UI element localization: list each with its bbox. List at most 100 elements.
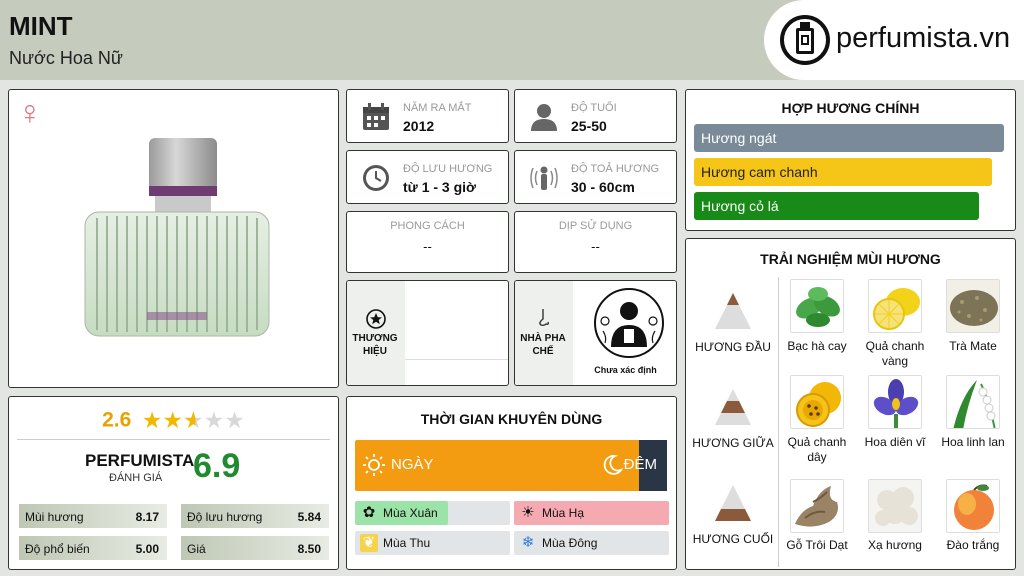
note-label: Quả chanh vàng	[865, 339, 925, 368]
tier-middle-label: HƯƠNG GIỮA	[692, 436, 774, 450]
notes-panel: TRẢI NGHIỆM MÙI HƯƠNG HƯƠNG ĐẦU HƯƠNG GI…	[685, 238, 1016, 570]
season-spring: ✿ Mùa Xuân	[355, 501, 510, 525]
logo-text: perfumista.vn	[836, 22, 1011, 54]
note-label: Hoa diên vĩ	[864, 435, 926, 449]
brand-logo[interactable]: perfumista.vn	[764, 0, 1024, 80]
mate-tea-icon[interactable]	[946, 279, 1000, 333]
star-icon[interactable]: ★	[162, 407, 183, 433]
divider	[778, 277, 779, 567]
note-label: Hoa linh lan	[941, 435, 1005, 449]
sillage-value: 30 - 60cm	[571, 179, 635, 195]
perfumer-card[interactable]: NHÀ PHA CHẾ Chưa xác định	[514, 280, 677, 386]
note-label: Trà Mate	[949, 339, 997, 353]
white-peach-icon[interactable]	[946, 479, 1000, 533]
release-year-card: NĂM RA MẮT 2012	[346, 89, 509, 143]
night-label: ĐÊM	[623, 456, 657, 473]
note-label: Gỗ Trôi Dạt	[786, 538, 848, 552]
driftwood-icon[interactable]	[790, 479, 844, 533]
accords-panel: HỢP HƯƠNG CHÍNH Hương ngát Hương cam cha…	[685, 89, 1016, 231]
metric-price: Giá 8.50	[181, 536, 329, 560]
perfume-bottle-image	[84, 138, 270, 337]
day-label: NGÀY	[391, 456, 434, 473]
radiating-person-icon	[530, 166, 558, 190]
age-card: ĐỘ TUỔI 25-50	[514, 89, 677, 143]
moon-icon	[603, 455, 623, 475]
usage-title: THỜI GIAN KHUYÊN DÙNG	[420, 411, 603, 427]
perfume-title: MINT	[9, 11, 73, 41]
sillage-card: ĐỘ TOẢ HƯƠNG 30 - 60cm	[514, 150, 677, 204]
perfumista-eval-label: ĐÁNH GIÁ	[109, 472, 163, 484]
season-autumn: ❦ Mùa Thu	[355, 531, 510, 555]
calendar-icon	[363, 103, 389, 130]
perfumista-brand: PERFUMISTA	[85, 451, 195, 470]
sun-icon	[363, 454, 385, 476]
note-label: Đào trắng	[946, 538, 1000, 552]
rating-panel: 2.6 ★★★★★ PERFUMISTA ĐÁNH GIÁ 6.9 Mùi hư…	[8, 396, 339, 570]
metric-scent: Mùi hương 8.17	[19, 504, 167, 528]
star-icon[interactable]: ★	[224, 407, 245, 433]
star-icon[interactable]: ★	[204, 407, 225, 433]
perfumer-avatar	[594, 288, 664, 358]
note-label: Bạc hà cay	[787, 339, 847, 353]
header: MINT Nước Hoa Nữ perfumista.vn	[0, 0, 1024, 80]
female-symbol-icon: ♀	[17, 94, 43, 132]
iris-flower-icon[interactable]	[868, 375, 922, 429]
star-icon[interactable]: ★	[183, 407, 204, 433]
usage-panel: THỜI GIAN KHUYÊN DÙNG NGÀY ĐÊM ✿ Mùa Xuâ…	[346, 396, 677, 570]
passion-fruit-icon[interactable]	[790, 375, 844, 429]
user-rating-score: 2.6	[102, 408, 132, 432]
pyramid-middle-icon	[715, 389, 751, 425]
tier-top-label: HƯƠNG ĐẦU	[695, 340, 771, 354]
perfumista-score: 6.9	[193, 447, 241, 485]
pyramid-base-icon	[715, 485, 751, 521]
occasion-value: --	[591, 239, 600, 254]
notes-title: TRẢI NGHIỆM MÙI HƯƠNG	[760, 251, 941, 267]
snowflake-icon: ❄	[521, 534, 535, 551]
mint-leaves-icon[interactable]	[790, 279, 844, 333]
user-rating: 2.6 ★★★★★	[9, 407, 338, 434]
clock-icon	[363, 165, 389, 191]
perfume-subtitle: Nước Hoa Nữ	[9, 48, 123, 68]
style-card: PHONG CÁCH --	[346, 211, 509, 273]
accords-title: HỢP HƯƠNG CHÍNH	[781, 100, 920, 116]
season-summer: ☀ Mùa Hạ	[514, 501, 669, 525]
metric-popularity: Độ phổ biến 5.00	[19, 536, 167, 560]
day-night-bar: NGÀY ĐÊM	[355, 440, 667, 491]
accord-bar[interactable]: Hương ngát	[694, 124, 1004, 152]
sun-icon: ☀	[521, 504, 535, 521]
longevity-card: ĐỘ LƯU HƯƠNG từ 1 - 3 giờ	[346, 150, 509, 204]
note-label: Quả chanh dây	[787, 435, 847, 464]
accord-bar[interactable]: Hương cam chanh	[694, 158, 992, 186]
brand-card[interactable]: THƯƠNG HIỆU	[346, 280, 509, 386]
occasion-card: DỊP SỬ DỤNG --	[514, 211, 677, 273]
star-badge-icon	[366, 309, 386, 329]
spring-flower-icon: ✿	[362, 504, 376, 521]
accord-bar[interactable]: Hương cỏ lá	[694, 192, 979, 220]
rating-stars[interactable]: ★★★★★	[142, 407, 245, 434]
person-icon	[531, 104, 557, 131]
longevity-value: từ 1 - 3 giờ	[403, 179, 476, 195]
occasion-label: DỊP SỬ DỤNG	[558, 220, 633, 232]
musk-cotton-icon[interactable]	[868, 479, 922, 533]
release-label: NĂM RA MẮT	[403, 102, 472, 114]
longevity-label: ĐỘ LƯU HƯƠNG	[403, 163, 493, 175]
sillage-label: ĐỘ TOẢ HƯƠNG	[571, 163, 660, 175]
perfume-bottle-logo-icon	[780, 15, 830, 65]
style-label: PHONG CÁCH	[390, 220, 465, 232]
note-label: Xạ hương	[868, 538, 922, 552]
nose-icon	[539, 309, 549, 327]
style-value: --	[423, 239, 432, 254]
metric-longevity: Độ lưu hương 5.84	[181, 504, 329, 528]
brand-label: THƯƠNG HIỆU	[352, 333, 398, 357]
star-icon[interactable]: ★	[142, 407, 163, 433]
pyramid-top-icon	[715, 293, 751, 329]
lily-of-the-valley-icon[interactable]	[946, 375, 1000, 429]
season-winter: ❄ Mùa Đông	[514, 531, 669, 555]
lemon-icon[interactable]	[868, 279, 922, 333]
leaf-icon: ❦	[360, 534, 378, 552]
tier-base-label: HƯƠNG CUỐI	[692, 532, 774, 546]
release-value: 2012	[403, 118, 435, 134]
product-image-panel: ♀	[8, 89, 339, 388]
perfumer-name: Chưa xác định	[594, 365, 657, 375]
age-label: ĐỘ TUỔI	[571, 102, 617, 114]
